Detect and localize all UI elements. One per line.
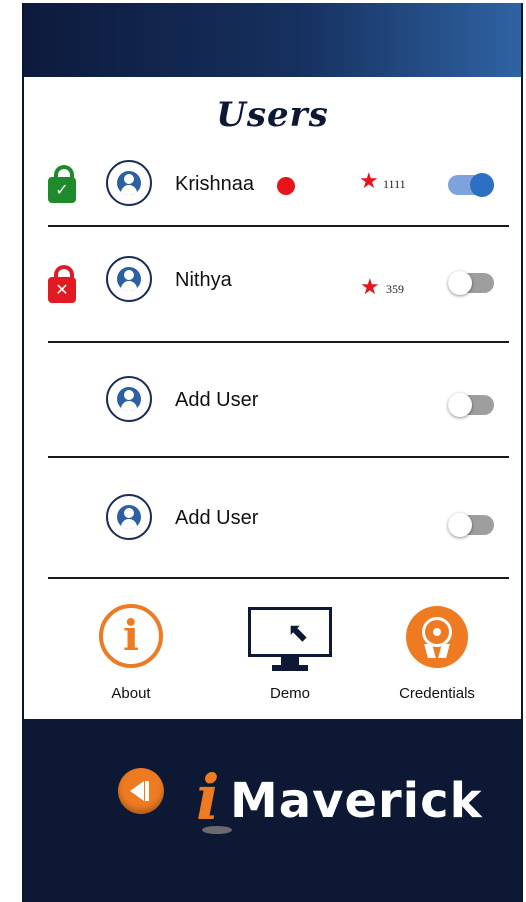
logo-shadow xyxy=(202,826,232,834)
demo-button[interactable]: Demo xyxy=(230,685,350,702)
row-divider xyxy=(48,341,509,343)
monitor-cursor-icon[interactable]: ⬉ xyxy=(248,607,332,671)
star-icon: ★ xyxy=(360,275,380,300)
user-name[interactable]: Nithya xyxy=(175,269,232,292)
add-user-row[interactable]: Add User xyxy=(24,3,521,540)
app-frame: Users ✓ Krishnaa ★ 1111 ✕ Nithya ★ 359 A… xyxy=(22,3,523,902)
user-avatar-icon[interactable] xyxy=(106,160,152,206)
page-title: Users xyxy=(216,95,329,135)
user-toggle[interactable] xyxy=(448,393,494,417)
logo-i-mark: i xyxy=(196,761,220,834)
user-toggle[interactable] xyxy=(448,271,494,295)
add-user-label[interactable]: Add User xyxy=(175,507,258,530)
user-name[interactable]: Krishnaa xyxy=(175,173,254,196)
info-icon[interactable]: i xyxy=(99,604,163,668)
user-avatar-icon[interactable] xyxy=(106,256,152,302)
user-score: 359 xyxy=(386,282,404,296)
user-avatar-icon[interactable] xyxy=(106,494,152,540)
credentials-button[interactable]: Credentials xyxy=(377,685,497,702)
user-toggle[interactable] xyxy=(448,513,494,537)
logo-wordmark: Maverick xyxy=(230,773,483,829)
user-toggle[interactable] xyxy=(448,173,494,197)
row-divider xyxy=(48,577,509,579)
unlocked-lock-icon[interactable]: ✓ xyxy=(48,165,76,203)
locked-lock-icon[interactable]: ✕ xyxy=(48,265,76,303)
status-dot xyxy=(277,177,295,195)
star-icon: ★ xyxy=(359,169,379,194)
add-user-label[interactable]: Add User xyxy=(175,389,258,412)
row-divider xyxy=(48,456,509,458)
row-divider xyxy=(48,225,509,227)
award-badge-icon[interactable] xyxy=(406,606,468,668)
about-button[interactable]: About xyxy=(71,685,191,702)
user-score: 1111 xyxy=(383,177,406,191)
back-arrow-icon[interactable] xyxy=(118,768,164,814)
user-avatar-icon[interactable] xyxy=(106,376,152,422)
